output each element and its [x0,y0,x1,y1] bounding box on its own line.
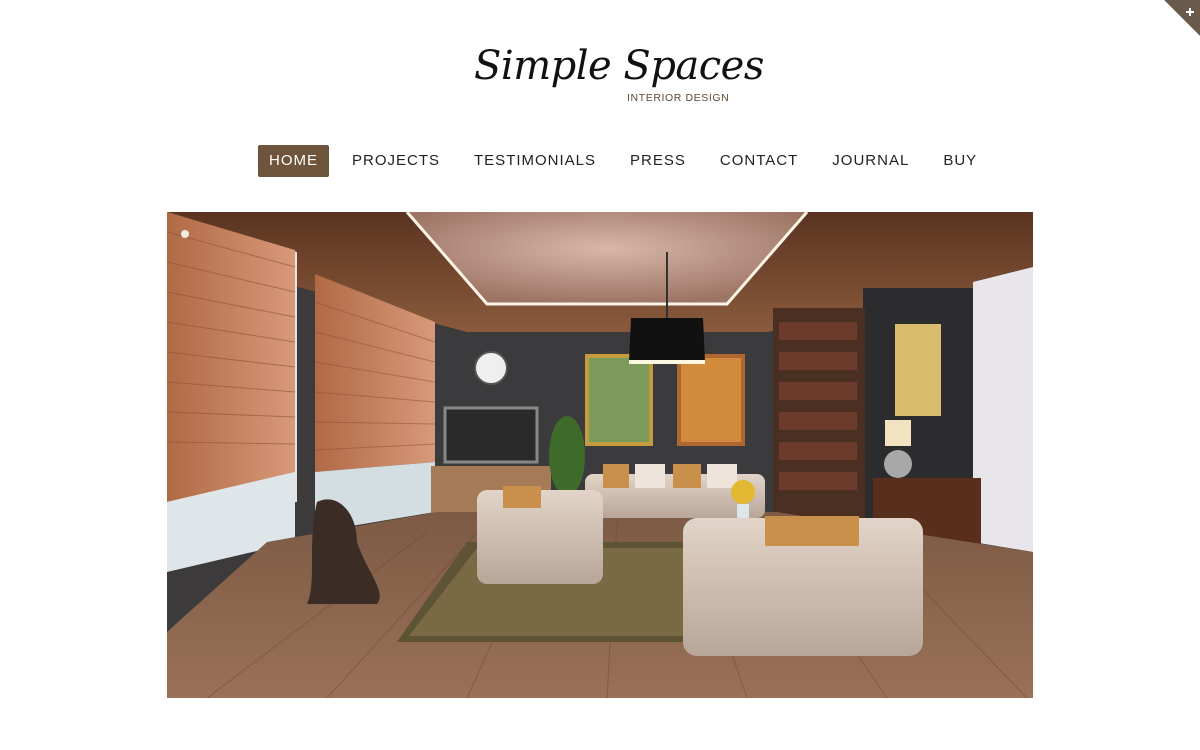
nav-item-buy: BUY [932,145,988,177]
nav-link-home[interactable]: HOME [258,145,329,177]
page: Simple Spaces INTERIOR DESIGN HOME PROJE… [0,0,1200,750]
nav-link-press[interactable]: PRESS [619,145,697,177]
nav-item-testimonials: TESTIMONIALS [463,145,607,177]
brand-tagline: INTERIOR DESIGN [627,92,730,104]
nav-item-home: HOME [258,145,329,177]
slider-indicator[interactable] [181,230,189,238]
nav-item-journal: JOURNAL [821,145,920,177]
nav-link-journal[interactable]: JOURNAL [821,145,920,177]
hero-slideshow[interactable] [167,212,1033,698]
corner-toggle[interactable] [1164,0,1200,36]
nav-item-press: PRESS [619,145,697,177]
nav-list: HOME PROJECTS TESTIMONIALS PRESS CONTACT… [258,145,1000,177]
plus-icon [1164,0,1200,36]
brand-name: Simple Spaces [474,43,764,89]
nav-link-projects[interactable]: PROJECTS [341,145,451,177]
nav-link-testimonials[interactable]: TESTIMONIALS [463,145,607,177]
nav-link-contact[interactable]: CONTACT [709,145,809,177]
main-nav: HOME PROJECTS TESTIMONIALS PRESS CONTACT… [0,145,1200,179]
logo[interactable]: Simple Spaces INTERIOR DESIGN [470,42,764,108]
site-header: Simple Spaces INTERIOR DESIGN [0,42,1200,112]
living-room-photo [167,212,1033,698]
nav-item-projects: PROJECTS [341,145,451,177]
nav-item-contact: CONTACT [709,145,809,177]
nav-link-buy[interactable]: BUY [932,145,988,177]
